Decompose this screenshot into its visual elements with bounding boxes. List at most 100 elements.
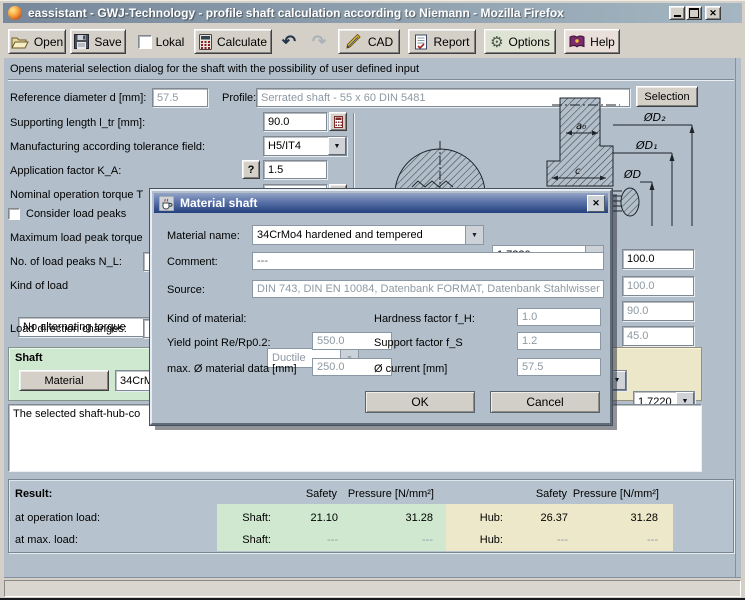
- pencil-icon: [345, 34, 363, 49]
- options-label: Options: [509, 35, 550, 49]
- material-name-label: Material name:: [167, 230, 240, 242]
- maximize-icon: [689, 8, 699, 18]
- load-peaks-label: No. of load peaks N_L:: [10, 256, 122, 268]
- right-field-3[interactable]: 90.0: [622, 301, 694, 321]
- open-button[interactable]: Open: [8, 29, 66, 54]
- result-hub-safety: 26.37: [508, 512, 568, 524]
- save-label: Save: [94, 35, 121, 49]
- options-gear-icon: [490, 33, 503, 51]
- chevron-down-icon[interactable]: [328, 137, 346, 155]
- dim-d-label: ØD: [623, 168, 641, 181]
- reference-diameter-label: Reference diameter d [mm]:: [10, 92, 146, 104]
- window-titlebar[interactable]: eassistant - GWJ-Technology - profile sh…: [3, 3, 742, 23]
- consider-load-peaks-label: Consider load peaks: [26, 208, 126, 220]
- dim-a0-label: a₀: [576, 121, 586, 132]
- result-title: Result:: [15, 488, 52, 500]
- calculator-icon: [199, 34, 212, 50]
- shaft-panel-title: Shaft: [15, 352, 43, 364]
- save-disk-icon: [74, 34, 89, 49]
- undo-button[interactable]: [276, 30, 302, 53]
- result-shaft-pressure: 31.28: [338, 512, 433, 524]
- dim-d1-label: ØD₁: [635, 139, 658, 152]
- max-diameter-label: max. Ø material data [mm]: [167, 363, 297, 375]
- java-cup-icon: [159, 196, 174, 211]
- hardness-factor-field[interactable]: 1.0: [517, 308, 601, 326]
- supporting-length-label: Supporting length l_tr [mm]:: [10, 117, 145, 129]
- hardness-factor-label: Hardness factor f_H:: [374, 313, 475, 325]
- cancel-button[interactable]: Cancel: [490, 391, 600, 413]
- material-name-value: 34CrMo4 hardened and tempered: [257, 229, 423, 241]
- mini-calculator-icon: [334, 116, 343, 128]
- report-label: Report: [433, 35, 469, 49]
- tolerance-dropdown[interactable]: H5/IT4: [263, 136, 347, 156]
- help-book-icon: [569, 35, 585, 48]
- lokal-checkbox[interactable]: [138, 35, 152, 49]
- right-field-1[interactable]: 100.0: [622, 249, 694, 269]
- result-row-label: at max. load:: [15, 534, 78, 546]
- current-diameter-label: Ø current [mm]: [374, 363, 447, 375]
- application-factor-help-button[interactable]: ?: [242, 160, 260, 179]
- chevron-down-icon[interactable]: [465, 226, 483, 244]
- calculate-label: Calculate: [217, 35, 267, 49]
- ok-button[interactable]: OK: [365, 391, 475, 413]
- options-button[interactable]: Options: [484, 29, 556, 54]
- source-label: Source:: [167, 284, 205, 296]
- lokal-label: Lokal: [156, 35, 185, 49]
- result-shaft-label: Shaft:: [209, 534, 271, 546]
- result-hub-safety: ---: [508, 534, 568, 546]
- material-shaft-dialog: Material shaft Material name: 34CrMo4 ha…: [150, 189, 612, 425]
- dim-c-label: c: [575, 166, 581, 177]
- comment-label: Comment:: [167, 256, 218, 268]
- hint-text: Opens material selection dialog for the …: [10, 63, 419, 75]
- maximize-button[interactable]: [686, 6, 702, 20]
- help-label: Help: [590, 35, 615, 49]
- cad-label: CAD: [368, 35, 393, 49]
- application-factor-field[interactable]: 1.5: [263, 160, 327, 179]
- dialog-close-button[interactable]: [587, 195, 605, 212]
- redo-icon: [312, 32, 326, 52]
- result-shaft-safety: 21.10: [278, 512, 338, 524]
- undo-icon: [282, 32, 296, 52]
- shaft-side-view: [613, 188, 639, 216]
- lokal-toggle[interactable]: Lokal: [132, 29, 190, 54]
- consider-load-peaks-checkbox[interactable]: [8, 208, 20, 220]
- right-field-2[interactable]: 100.0: [622, 276, 694, 296]
- material-name-dropdown[interactable]: 34CrMo4 hardened and tempered: [252, 225, 484, 245]
- window-title: eassistant - GWJ-Technology - profile sh…: [28, 6, 564, 20]
- source-field[interactable]: DIN 743, DIN EN 10084, Datenbank FORMAT,…: [252, 280, 604, 298]
- result-safety-header-shaft: Safety: [277, 488, 337, 500]
- current-diameter-field[interactable]: 57.5: [517, 358, 601, 376]
- supporting-length-calc-button[interactable]: [329, 112, 347, 131]
- dialog-titlebar[interactable]: Material shaft: [154, 193, 608, 213]
- shaft-material-button[interactable]: Material: [19, 370, 109, 391]
- support-factor-field[interactable]: 1.2: [517, 332, 601, 350]
- report-button[interactable]: Report: [408, 29, 476, 54]
- firefox-icon: [8, 6, 22, 20]
- kind-of-load-label: Kind of load: [10, 280, 68, 292]
- load-direction-label: Load direction changes:: [10, 323, 127, 335]
- calculate-button[interactable]: Calculate: [194, 29, 272, 54]
- minimize-button[interactable]: [669, 6, 685, 20]
- cad-button[interactable]: CAD: [338, 29, 400, 54]
- yield-point-label: Yield point Re/Rp0.2:: [167, 337, 271, 349]
- support-factor-label: Support factor f_S: [374, 337, 463, 349]
- right-field-4[interactable]: 45.0: [622, 326, 694, 346]
- close-icon: [709, 7, 717, 19]
- result-panel: Result: Safety Pressure [N/mm²] Safety P…: [8, 479, 734, 553]
- redo-button[interactable]: [306, 30, 332, 53]
- open-label: Open: [34, 35, 63, 49]
- close-button[interactable]: [705, 6, 721, 20]
- comment-field[interactable]: ---: [252, 252, 604, 270]
- application-factor-label: Application factor K_A:: [10, 165, 121, 177]
- hint-divider: [8, 79, 734, 81]
- dim-d2-label: ØD₂: [643, 111, 666, 124]
- kind-of-material-label: Kind of material:: [167, 313, 246, 325]
- reference-diameter-field[interactable]: 57.5: [152, 88, 208, 107]
- help-button[interactable]: Help: [564, 29, 620, 54]
- report-doc-icon: [414, 34, 428, 50]
- content-bottom-edge: [4, 577, 741, 578]
- tolerance-value: H5/IT4: [268, 140, 301, 152]
- result-row-label: at operation load:: [15, 512, 100, 524]
- save-button[interactable]: Save: [70, 29, 126, 54]
- supporting-length-field[interactable]: 90.0: [263, 112, 327, 131]
